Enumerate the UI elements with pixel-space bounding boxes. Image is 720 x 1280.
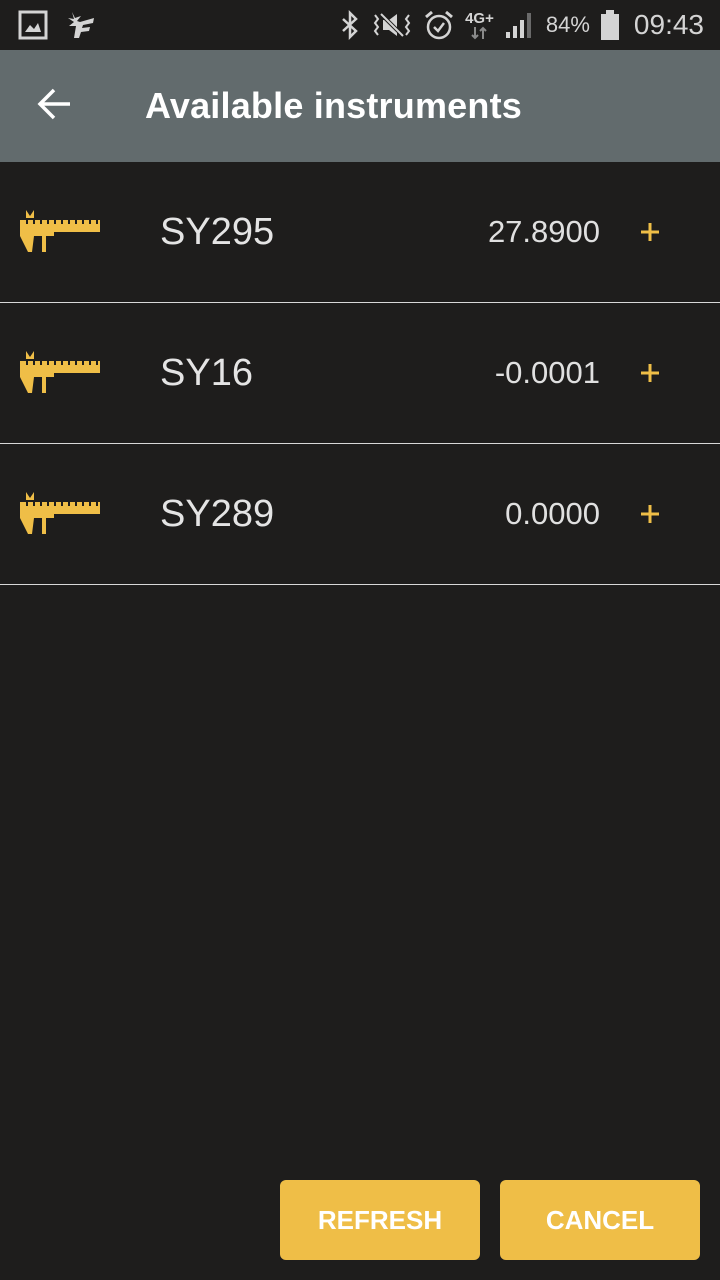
instrument-value: -0.0001 bbox=[494, 355, 600, 390]
page-title: Available instruments bbox=[145, 85, 522, 126]
status-right: 4G+ 84% 09:43 bbox=[339, 9, 704, 41]
app-bar: Available instruments bbox=[0, 50, 720, 162]
arrow-back-icon bbox=[37, 88, 73, 125]
instrument-list: SY295 27.8900 SY16 -0.0001 SY289 0.0000 bbox=[0, 162, 720, 585]
instrument-row[interactable]: SY16 -0.0001 bbox=[0, 303, 720, 444]
network-4g-plus-icon: 4G+ bbox=[465, 11, 494, 40]
app-notification-icon bbox=[66, 10, 98, 40]
gallery-icon bbox=[18, 10, 48, 40]
vibrate-mute-icon bbox=[371, 10, 413, 40]
caliper-icon bbox=[18, 490, 102, 538]
instrument-row[interactable]: SY295 27.8900 bbox=[0, 162, 720, 303]
bluetooth-icon bbox=[339, 10, 361, 40]
instrument-name: SY295 bbox=[160, 210, 275, 253]
caliper-icon bbox=[18, 349, 102, 397]
plus-icon[interactable] bbox=[638, 502, 662, 526]
instrument-row[interactable]: SY289 0.0000 bbox=[0, 444, 720, 585]
back-button[interactable] bbox=[0, 50, 110, 162]
clock: 09:43 bbox=[633, 9, 704, 40]
cancel-button[interactable]: CANCEL bbox=[500, 1180, 700, 1260]
network-label: 4G+ bbox=[465, 9, 494, 27]
status-left bbox=[18, 10, 98, 40]
battery-icon bbox=[600, 9, 620, 41]
caliper-icon bbox=[18, 208, 102, 256]
signal-icon bbox=[504, 10, 536, 40]
plus-icon[interactable] bbox=[638, 361, 662, 385]
battery-percent: 84% bbox=[545, 12, 590, 37]
alarm-icon bbox=[423, 9, 455, 41]
refresh-button[interactable]: REFRESH bbox=[280, 1180, 480, 1260]
instrument-name: SY289 bbox=[160, 492, 275, 535]
plus-icon[interactable] bbox=[638, 220, 662, 244]
instrument-value: 27.8900 bbox=[487, 214, 600, 249]
status-bar: 4G+ 84% 09:43 bbox=[0, 0, 720, 50]
instrument-value: 0.0000 bbox=[505, 496, 600, 531]
instrument-name: SY16 bbox=[160, 351, 253, 394]
